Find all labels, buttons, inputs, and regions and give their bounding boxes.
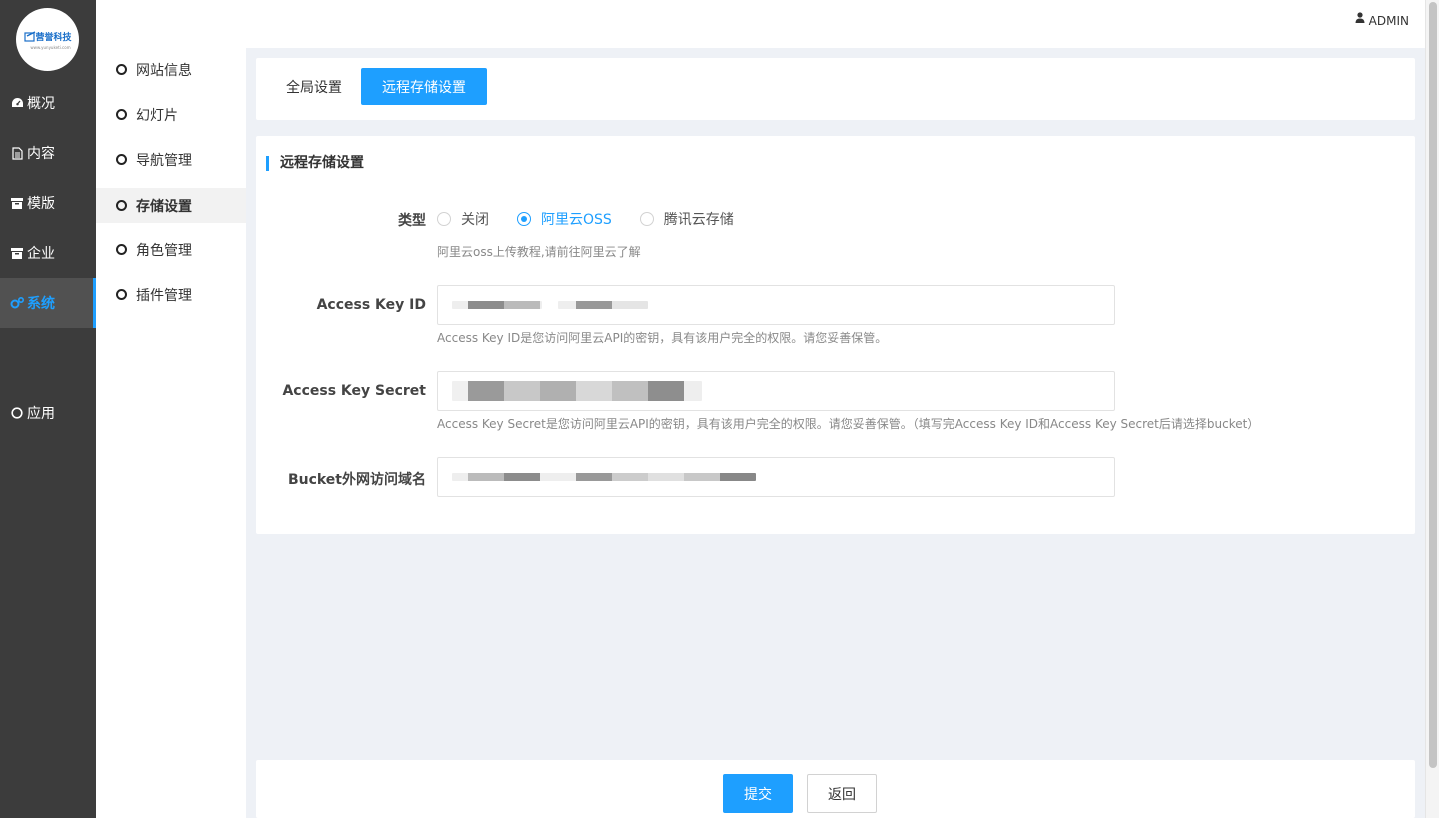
type-label: 类型 (398, 213, 426, 229)
subnav-item-plugins[interactable]: 插件管理 (96, 277, 246, 312)
radio-off[interactable]: 关闭 (437, 209, 489, 229)
subnav-item-roles[interactable]: 角色管理 (96, 232, 246, 267)
radio-checked-icon (517, 212, 531, 226)
bucket-domain-label: Bucket外网访问域名 (287, 472, 426, 488)
circle-icon (116, 109, 127, 120)
logo-text: 营誉科技 (35, 32, 72, 43)
storage-form: 远程存储设置 类型 关闭 阿里云OSS 腾讯云存储 阿里云oss上传教程,请前往… (256, 136, 1415, 534)
user-name: ADMIN (1368, 14, 1409, 28)
subnav-item-label: 幻灯片 (136, 107, 178, 124)
bucket-domain-input[interactable] (437, 457, 1115, 497)
sidebar-item-label: 内容 (27, 146, 55, 162)
sidebar-item-label: 系统 (27, 296, 55, 312)
page-scrollbar[interactable] (1425, 0, 1439, 818)
redacted-value (452, 301, 542, 309)
subnav-item-storage[interactable]: 存储设置 (96, 188, 246, 223)
sidebar-item-apps[interactable]: 应用 (0, 388, 96, 438)
radio-label: 关闭 (461, 212, 489, 228)
subnav-item-site-info[interactable]: 网站信息 (96, 52, 246, 87)
circle-icon (116, 64, 127, 75)
subnav-item-label: 插件管理 (136, 287, 192, 304)
archive-icon (10, 196, 24, 210)
sub-sidebar: 网站信息 幻灯片 导航管理 存储设置 角色管理 插件管理 (96, 48, 246, 818)
sidebar-item-content[interactable]: 内容 (0, 128, 96, 178)
access-key-id-input[interactable] (437, 285, 1115, 325)
type-radio-group: 关闭 阿里云OSS 腾讯云存储 (437, 209, 762, 229)
circle-icon (116, 244, 127, 255)
sidebar-item-overview[interactable]: 概况 (0, 78, 96, 128)
circle-icon (116, 154, 127, 165)
circle-icon (10, 406, 24, 420)
tab-global-settings[interactable]: 全局设置 (265, 68, 363, 105)
dashboard-icon (10, 96, 24, 110)
scrollbar-thumb[interactable] (1429, 2, 1437, 768)
radio-label: 阿里云OSS (541, 212, 612, 228)
logo-subtext: www.yunyuketi.com (30, 44, 71, 50)
redacted-value (558, 301, 648, 309)
access-key-id-hint: Access Key ID是您访问阿里云API的密钥，具有该用户完全的权限。请您… (437, 331, 888, 345)
sidebar-item-enterprise[interactable]: 企业 (0, 228, 96, 278)
access-key-secret-label: Access Key Secret (282, 383, 426, 399)
subnav-item-label: 角色管理 (136, 242, 192, 259)
subnav-item-navigation[interactable]: 导航管理 (96, 142, 246, 177)
circle-icon (116, 289, 127, 300)
radio-aliyun-oss[interactable]: 阿里云OSS (517, 209, 612, 229)
access-key-id-label: Access Key ID (316, 297, 426, 313)
main-sidebar: 营誉科技 www.yunyuketi.com 概况 内容 模版 企业 系统 应用 (0, 0, 96, 818)
sidebar-item-system[interactable]: 系统 (0, 278, 96, 328)
sidebar-item-label: 概况 (27, 96, 55, 112)
redacted-value (452, 473, 756, 481)
radio-circle-icon (639, 212, 654, 226)
top-header: ADMIN (96, 0, 1425, 48)
access-key-secret-hint: Access Key Secret是您访问阿里云API的密钥，具有该用户完全的权… (437, 417, 1260, 431)
user-menu[interactable]: ADMIN (1355, 12, 1409, 28)
sidebar-item-label: 模版 (27, 196, 55, 212)
type-hint: 阿里云oss上传教程,请前往阿里云了解 (437, 245, 641, 259)
submit-button[interactable]: 提交 (723, 774, 793, 813)
radio-label: 腾讯云存储 (663, 212, 734, 228)
tab-remote-storage[interactable]: 远程存储设置 (361, 68, 487, 105)
subnav-item-label: 存储设置 (136, 198, 192, 215)
subnav-item-slides[interactable]: 幻灯片 (96, 97, 246, 132)
subnav-item-label: 导航管理 (136, 152, 192, 169)
company-logo[interactable]: 营誉科技 www.yunyuketi.com (16, 8, 79, 71)
sidebar-item-template[interactable]: 模版 (0, 178, 96, 228)
access-key-secret-input[interactable] (437, 371, 1115, 411)
sidebar-item-label: 企业 (27, 246, 55, 262)
section-title: 远程存储设置 (266, 156, 364, 171)
redacted-value (452, 381, 702, 401)
logo-mark-icon (24, 31, 36, 42)
user-icon (1355, 12, 1365, 23)
document-icon (10, 146, 24, 160)
sidebar-item-label: 应用 (27, 406, 55, 422)
tabs-bar: 全局设置 远程存储设置 (256, 58, 1415, 120)
circle-icon (116, 200, 127, 211)
radio-tencent-cos[interactable]: 腾讯云存储 (639, 209, 734, 229)
archive-icon (10, 246, 24, 260)
cogs-icon (10, 296, 24, 310)
back-button[interactable]: 返回 (807, 774, 877, 813)
radio-circle-icon (437, 212, 451, 226)
form-actions: 提交 返回 (256, 760, 1415, 818)
subnav-item-label: 网站信息 (136, 62, 192, 79)
